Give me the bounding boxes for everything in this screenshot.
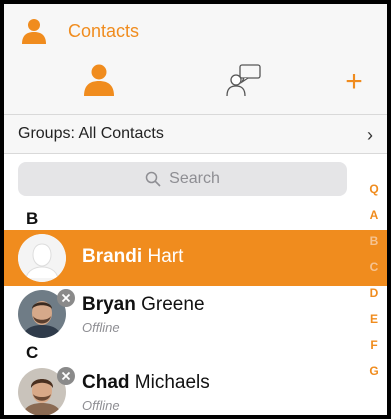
contact-row-chad-michaels[interactable]: Chad Michaels Offline [4, 364, 387, 415]
search-placeholder: Search [169, 170, 220, 187]
contact-last-name: Hart [142, 246, 184, 267]
index-letter[interactable]: D [364, 280, 384, 306]
contact-status: Offline [82, 320, 120, 335]
index-letter[interactable]: G [364, 358, 384, 384]
add-contact-button[interactable]: + [334, 60, 374, 104]
contact-first-name: Chad [82, 372, 130, 393]
contact-last-name: Michaels [129, 372, 210, 393]
index-letter[interactable]: F [364, 332, 384, 358]
avatar-placeholder [18, 234, 66, 282]
remove-badge-icon[interactable] [57, 289, 75, 307]
contact-row-brandi-hart[interactable]: Brandi Hart [4, 230, 387, 286]
app-header: Contacts [4, 4, 387, 60]
app-title: Contacts [68, 21, 140, 41]
section-letter: B [26, 209, 39, 228]
contact-name: Bryan Greene [82, 294, 205, 316]
tab-chats[interactable] [219, 60, 269, 104]
contact-status: Offline [82, 398, 120, 413]
remove-badge-icon[interactable] [57, 367, 75, 385]
index-letter[interactable]: E [364, 306, 384, 332]
chevron-right-icon: › [367, 125, 373, 145]
section-header-b: B [4, 208, 364, 230]
contact-row-bryan-greene[interactable]: Bryan Greene Offline [4, 286, 387, 342]
contact-first-name: Brandi [82, 246, 143, 267]
groups-label: Groups: All Contacts [18, 125, 164, 142]
tab-contacts[interactable] [74, 60, 124, 104]
chat-bubbles-icon [226, 63, 262, 102]
index-letter[interactable]: Q [364, 176, 384, 202]
search-icon [145, 171, 161, 187]
groups-selector[interactable]: Groups: All Contacts › [4, 115, 387, 153]
person-icon [82, 64, 116, 101]
contacts-screen: Contacts + Groups: All Contacts › Search… [4, 4, 387, 415]
index-letter[interactable]: C [364, 254, 384, 280]
search-input[interactable]: Search [18, 162, 347, 196]
contact-name: Brandi Hart [82, 246, 183, 268]
contact-last-name: Greene [135, 294, 205, 315]
section-header-c: C [4, 342, 364, 364]
plus-icon: + [345, 65, 363, 98]
alphabet-index[interactable]: Q A B C D E F G [364, 176, 384, 384]
index-letter[interactable]: A [364, 202, 384, 228]
person-icon [20, 18, 48, 44]
index-letter[interactable]: B [364, 228, 384, 254]
contact-name: Chad Michaels [82, 372, 210, 394]
section-letter: C [26, 343, 39, 362]
tab-bar: + [4, 60, 387, 114]
contact-first-name: Bryan [82, 294, 136, 315]
